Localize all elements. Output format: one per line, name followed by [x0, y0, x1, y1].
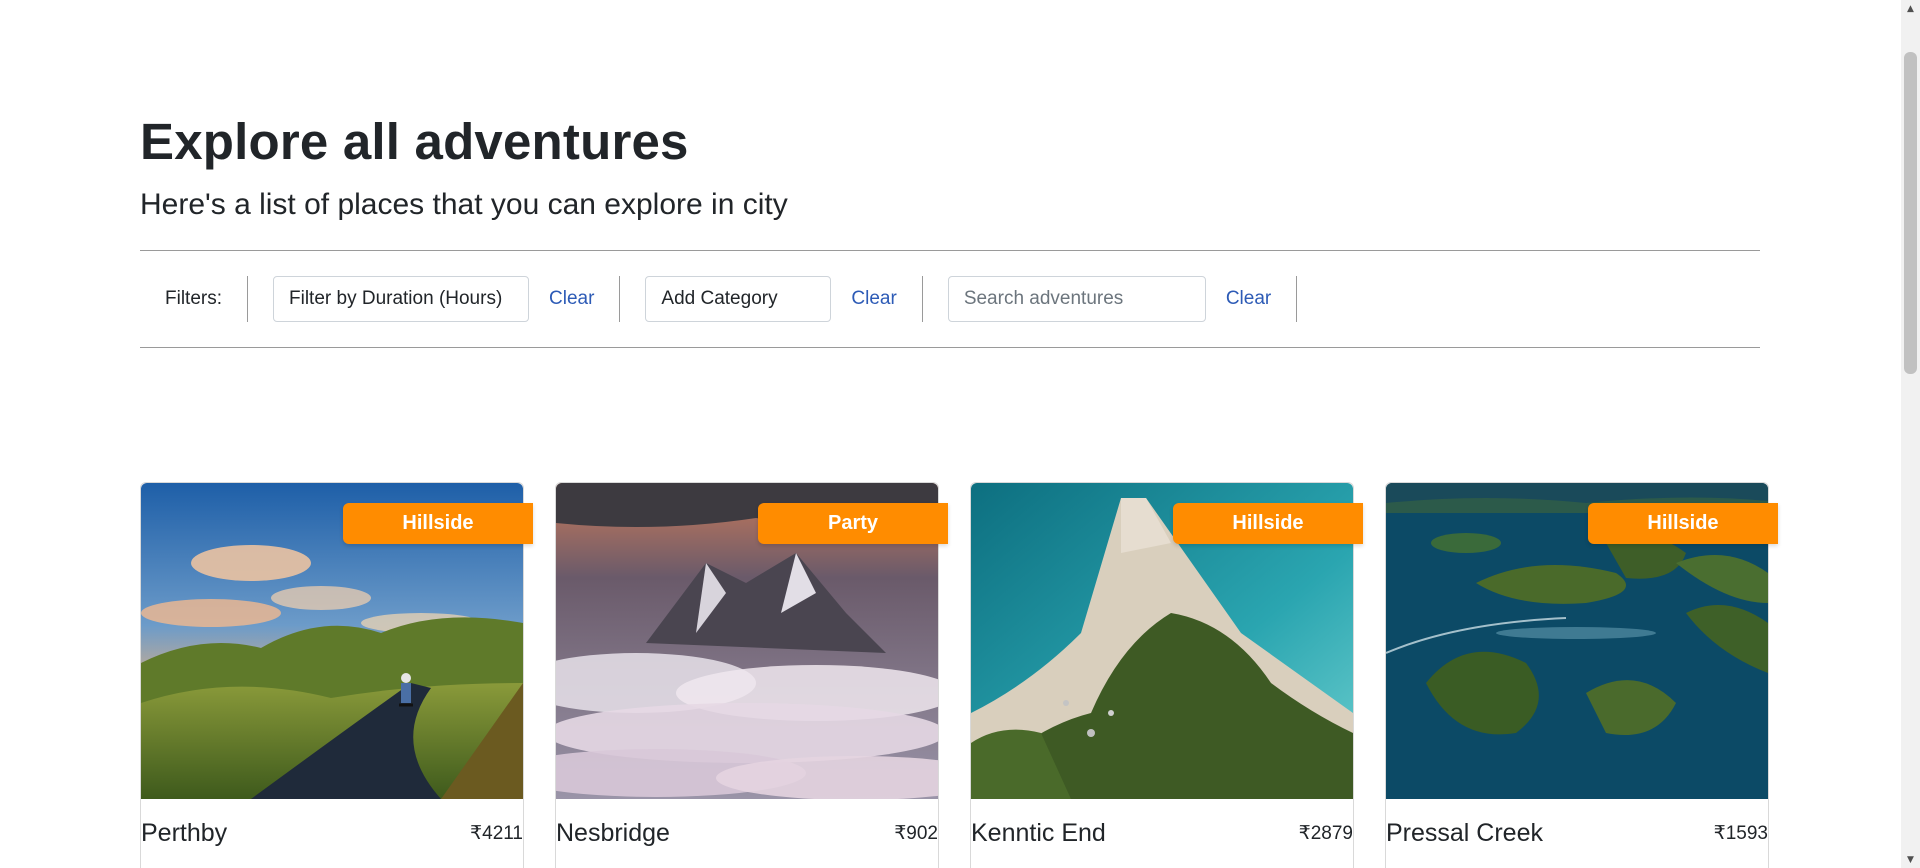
adventure-card[interactable]: Hillside Kenntic End ₹2879: [970, 482, 1363, 868]
page: Explore all adventures Here's a list of …: [0, 0, 1920, 868]
adventure-price: ₹1593: [1713, 822, 1768, 844]
adventure-name: Perthby: [141, 818, 228, 847]
category-select[interactable]: Add Category: [645, 276, 832, 322]
search-field[interactable]: [947, 276, 1206, 322]
duration-filter-select[interactable]: Filter by Duration (Hours): [273, 276, 529, 322]
adventure-name: Kenntic End: [971, 818, 1106, 847]
adventure-name: Pressal Creek: [1386, 818, 1543, 847]
vertical-scrollbar[interactable]: ▲ ▼: [1901, 0, 1920, 868]
scroll-down-arrow-icon[interactable]: ▼: [1901, 851, 1920, 868]
adventure-card[interactable]: Hillside Pressal Creek ₹1593: [1385, 482, 1778, 868]
page-subtitle: Here's a list of places that you can exp…: [140, 188, 788, 221]
scrollbar-thumb[interactable]: [1904, 52, 1917, 374]
category-badge: Hillside: [1588, 503, 1778, 544]
card-footer: Kenntic End ₹2879: [971, 799, 1353, 867]
card-footer: Pressal Creek ₹1593: [1386, 799, 1768, 867]
adventure-price: ₹902: [894, 822, 938, 844]
filter-separator: [619, 276, 621, 322]
adventure-name: Nesbridge: [556, 818, 670, 847]
filter-separator: [921, 276, 923, 322]
adventure-card[interactable]: Party Nesbridge ₹902: [555, 482, 948, 868]
adventure-price: ₹2879: [1298, 822, 1353, 844]
search-input[interactable]: [963, 288, 1190, 310]
adventure-price: ₹4211: [470, 822, 523, 844]
adventure-card[interactable]: Hillside Perthby ₹4211: [140, 482, 533, 868]
scroll-up-arrow-icon[interactable]: ▲: [1901, 0, 1920, 17]
clear-category-button[interactable]: Clear: [851, 288, 896, 310]
page-title: Explore all adventures: [140, 113, 689, 170]
adventure-cards: Hillside Perthby ₹4211 Party Nesbridge ₹…: [140, 482, 1778, 868]
category-select-value: Add Category: [661, 288, 778, 309]
filter-separator: [247, 276, 248, 322]
category-badge: Party: [758, 503, 948, 544]
card-footer: Nesbridge ₹902: [556, 799, 938, 867]
filter-separator: [1296, 276, 1298, 322]
clear-search-button[interactable]: Clear: [1226, 288, 1271, 310]
duration-filter-value: Filter by Duration (Hours): [289, 288, 503, 309]
category-badge: Hillside: [1173, 503, 1363, 544]
category-badge: Hillside: [343, 503, 533, 544]
filters-bar: Filters: Filter by Duration (Hours) Clea…: [140, 251, 1760, 347]
filters-label: Filters:: [165, 288, 222, 309]
divider-bottom: [140, 347, 1760, 348]
clear-duration-button[interactable]: Clear: [549, 288, 594, 310]
card-footer: Perthby ₹4211: [141, 799, 523, 867]
